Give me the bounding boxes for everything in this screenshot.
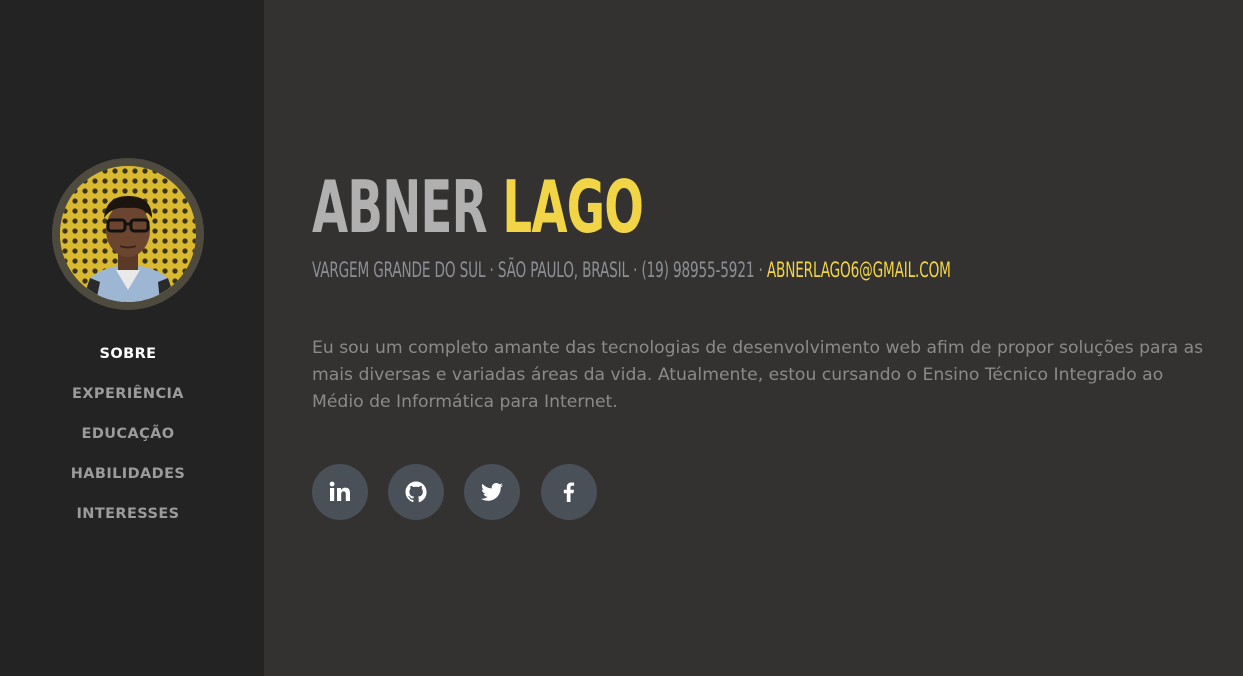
profile-photo-image <box>60 166 196 302</box>
email-link[interactable]: ABNERLAGO6@GMAIL.COM <box>767 258 951 282</box>
last-name: LAGO <box>502 165 644 249</box>
github-icon <box>405 481 427 503</box>
nav-item-habilidades[interactable]: HABILIDADES <box>0 461 256 501</box>
nav-item-interesses[interactable]: INTERESSES <box>0 501 256 541</box>
nav-item-experiencia[interactable]: EXPERIÊNCIA <box>0 381 256 421</box>
github-button[interactable] <box>388 464 444 520</box>
bio-text: Eu sou um completo amante das tecnologia… <box>312 338 1204 412</box>
linkedin-button[interactable] <box>312 464 368 520</box>
facebook-icon <box>563 482 575 502</box>
linkedin-icon <box>329 481 350 501</box>
first-name: ABNER <box>312 165 488 249</box>
facebook-button[interactable] <box>541 464 597 520</box>
sidebar: SOBRE EXPERIÊNCIA EDUCAÇÃO HABILIDADES I… <box>0 0 264 676</box>
sidebar-nav: SOBRE EXPERIÊNCIA EDUCAÇÃO HABILIDADES I… <box>0 341 256 541</box>
page-title: ABNER LAGO <box>312 162 644 252</box>
twitter-icon <box>481 483 503 501</box>
contact-line: VARGEM GRANDE DO SUL · SÃO PAULO, BRASIL… <box>312 256 951 284</box>
nav-item-educacao[interactable]: EDUCAÇÃO <box>0 421 256 461</box>
twitter-button[interactable] <box>464 464 520 520</box>
address-text: VARGEM GRANDE DO SUL · SÃO PAULO, BRASIL… <box>312 258 767 282</box>
nav-item-sobre[interactable]: SOBRE <box>0 341 256 381</box>
avatar[interactable] <box>52 158 204 310</box>
